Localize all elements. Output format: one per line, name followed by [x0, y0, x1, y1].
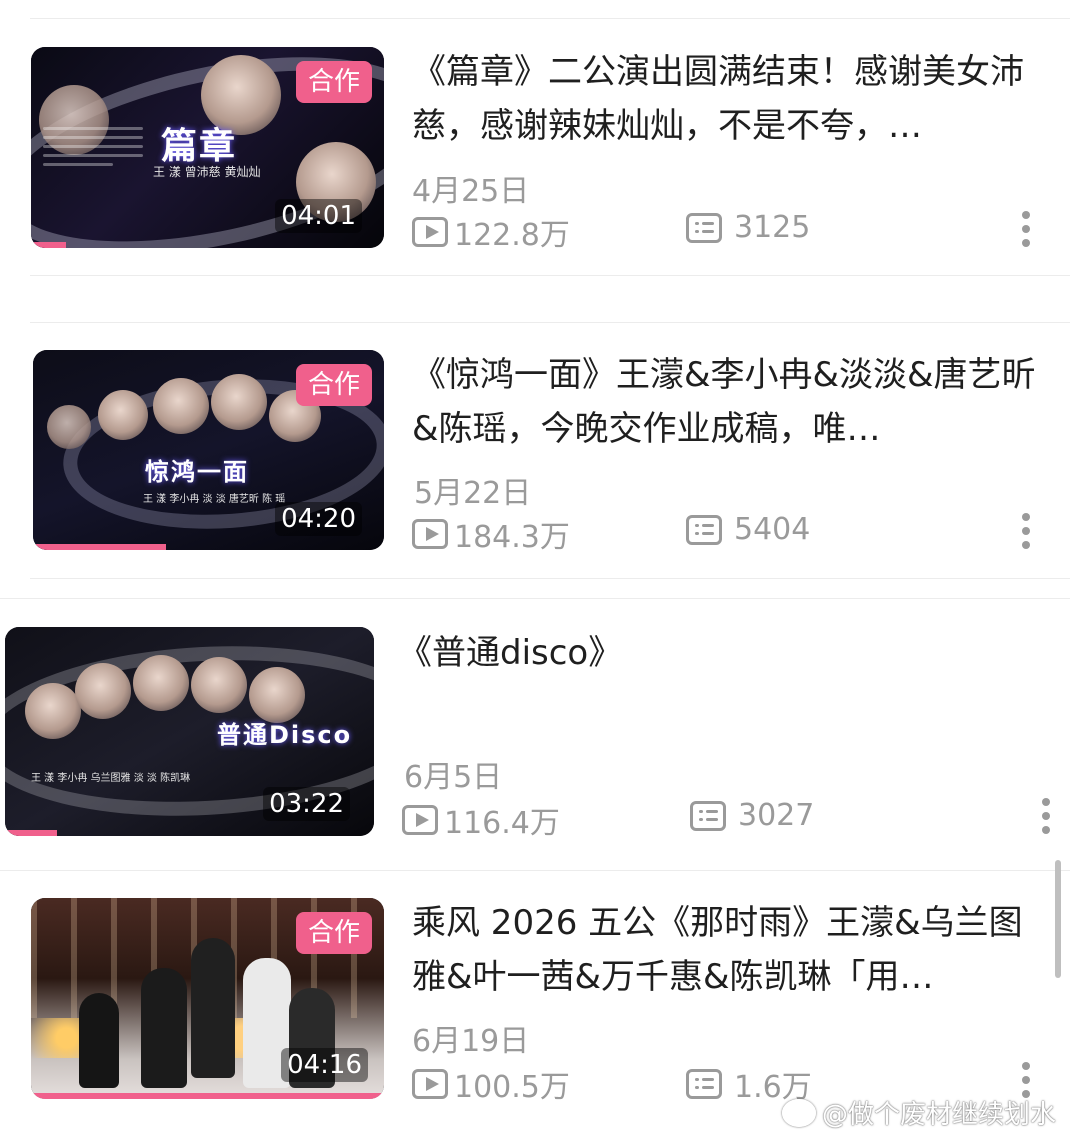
danmu-icon: [686, 514, 722, 545]
video-duration: 03:22: [263, 787, 350, 821]
scrollbar[interactable]: [1055, 860, 1061, 978]
watch-progress-bar: [31, 1093, 384, 1099]
thumbnail-title: 普通Disco: [217, 721, 353, 749]
watermark: @做个废材继续划水: [781, 1094, 1056, 1131]
view-count: 122.8万: [412, 210, 570, 254]
video-title[interactable]: 《篇章》二公演出圆满结束！感谢美女沛慈，感谢辣妹灿灿，不是不夸，…: [412, 45, 1042, 153]
video-thumbnail[interactable]: 合作 04:16: [31, 898, 384, 1099]
more-vertical-icon[interactable]: [1022, 211, 1030, 247]
danmu-count: 3027: [690, 798, 814, 833]
watch-progress-bar: [5, 830, 57, 836]
publish-date: 4月25日: [412, 174, 530, 209]
video-title[interactable]: 《普通disco》: [398, 626, 1038, 680]
thumbnail-subtitle: 王 漾 曾沛慈 黄灿灿: [153, 165, 261, 179]
view-count: 100.5万: [412, 1062, 570, 1106]
danmu-count-value: 3027: [738, 798, 815, 833]
video-card[interactable]: 惊鸿一面 王 漾 李小冉 淡 淡 唐艺昕 陈 瑶 合作 04:20 《惊鸿一面》…: [0, 300, 1070, 580]
more-vertical-icon[interactable]: [1022, 1062, 1030, 1098]
more-vertical-icon[interactable]: [1042, 798, 1050, 834]
collab-badge: 合作: [295, 61, 372, 103]
weibo-logo-icon: [781, 1098, 816, 1127]
video-card[interactable]: 普通Disco 王 漾 李小冉 乌兰图雅 淡 淡 陈凯琳 03:22 《普通di…: [0, 600, 1070, 870]
video-card[interactable]: 篇章 王 漾 曾沛慈 黄灿灿 合作 04:01 《篇章》二公演出圆满结束！感谢美…: [0, 0, 1070, 280]
danmu-icon: [686, 1069, 722, 1099]
watch-progress-bar: [31, 242, 67, 248]
view-count: 116.4万: [402, 798, 560, 842]
danmu-icon: [690, 800, 726, 831]
video-duration: 04:16: [281, 1048, 368, 1082]
watch-progress-bar: [33, 544, 167, 550]
view-count-value: 116.4万: [444, 806, 560, 841]
publish-date: 6月19日: [412, 1024, 530, 1059]
video-title[interactable]: 乘风 2026 五公《那时雨》王濛&乌兰图雅&叶一茜&万千惠&陈凯琳「用…: [412, 896, 1042, 1004]
video-title[interactable]: 《惊鸿一面》王濛&李小冉&淡淡&唐艺昕&陈瑶，今晚交作业成稿，唯…: [412, 348, 1042, 456]
play-count-icon: [412, 1069, 448, 1099]
more-vertical-icon[interactable]: [1022, 513, 1030, 549]
play-count-icon: [412, 519, 448, 549]
view-count-value: 100.5万: [454, 1070, 570, 1105]
watermark-text: @做个废材继续划水: [821, 1100, 1056, 1130]
view-count-value: 122.8万: [454, 218, 570, 253]
view-count: 184.3万: [412, 512, 570, 556]
danmu-count: 3125: [686, 210, 810, 245]
danmu-count: 5404: [686, 512, 810, 547]
video-duration: 04:20: [275, 502, 362, 536]
video-thumbnail[interactable]: 篇章 王 漾 曾沛慈 黄灿灿 合作 04:01: [31, 47, 384, 248]
video-thumbnail[interactable]: 惊鸿一面 王 漾 李小冉 淡 淡 唐艺昕 陈 瑶 合作 04:20: [33, 350, 384, 550]
video-thumbnail[interactable]: 普通Disco 王 漾 李小冉 乌兰图雅 淡 淡 陈凯琳 03:22: [5, 627, 374, 836]
divider: [0, 870, 1070, 871]
thumbnail-subtitle: 王 漾 李小冉 乌兰图雅 淡 淡 陈凯琳: [31, 773, 191, 784]
divider: [0, 598, 1070, 599]
danmu-count-value: 5404: [734, 512, 811, 547]
thumbnail-title: 篇章: [161, 126, 238, 167]
thumbnail-credits: [43, 127, 143, 172]
collab-badge: 合作: [295, 912, 372, 954]
play-count-icon: [412, 217, 448, 247]
play-count-icon: [402, 805, 438, 835]
thumbnail-subtitle: 王 漾 李小冉 淡 淡 唐艺昕 陈 瑶: [143, 494, 286, 505]
danmu-count-value: 3125: [734, 210, 811, 245]
view-count-value: 184.3万: [454, 520, 570, 555]
thumbnail-title: 惊鸿一面: [145, 458, 249, 486]
video-duration: 04:01: [275, 199, 362, 233]
publish-date: 5月22日: [414, 476, 532, 511]
collab-badge: 合作: [295, 364, 372, 406]
danmu-icon: [686, 212, 722, 243]
publish-date: 6月5日: [404, 760, 503, 795]
